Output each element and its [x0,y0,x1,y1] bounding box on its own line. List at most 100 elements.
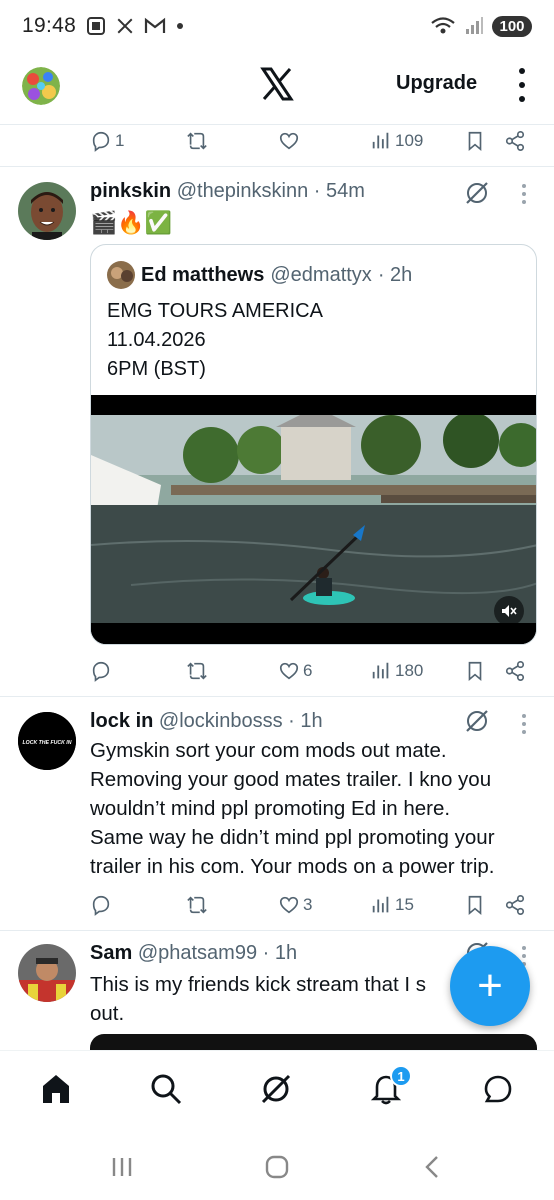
system-nav [0,1132,554,1200]
views-count: 180 [395,661,424,680]
header-divider [0,124,554,125]
author-handle[interactable]: @thepinkskinn [177,180,308,202]
views-count: 109 [395,131,424,150]
wifi-icon [430,16,456,36]
quoted-time: · 2h [377,263,413,286]
like-button[interactable]: 3 [278,890,312,920]
profile-avatar[interactable] [22,67,60,105]
quoted-author-name: Ed matthews [141,263,265,286]
prev-tweet-actions: 1 109 [90,126,530,156]
views-icon [372,896,389,913]
tweet-menu-icon[interactable] [522,714,528,734]
heart-icon [279,132,299,150]
author-handle[interactable]: @lockinbosss [159,710,283,732]
like-button[interactable]: 6 [278,656,312,686]
chat-icon [484,1075,512,1103]
like-count: 3 [303,895,313,914]
avatar-text: LOCK THE FUCK IN [23,740,72,746]
tweet-actions: 6 180 [90,656,530,686]
signal-icon [464,16,484,36]
author-name[interactable]: lock in [90,710,153,732]
nav-home[interactable] [38,1071,74,1107]
tweet-text: 🎬🔥✅ [90,210,173,235]
retweet-button[interactable] [186,656,211,686]
retweet-button[interactable] [186,890,211,920]
share-button[interactable] [504,126,526,156]
home-icon [43,1075,69,1103]
reply-button[interactable] [90,890,115,920]
quoted-avatar [107,261,135,289]
bookmark-button[interactable] [464,890,486,920]
retweet-button[interactable] [186,126,211,156]
x-logo-icon[interactable] [259,66,295,102]
heart-icon [279,896,299,914]
reply-button[interactable]: 1 [90,126,124,156]
tweet-time: · 1h [288,710,323,732]
share-icon [505,131,525,151]
status-bar: 19:48 100 [0,0,554,52]
reply-button[interactable] [90,656,115,686]
quoted-tweet[interactable]: Ed matthews @edmattyx · 2h EMG TOURS AME… [90,244,537,645]
share-button[interactable] [504,890,526,920]
author-name[interactable]: Sam [90,942,132,964]
views-button[interactable]: 15 [370,890,414,920]
media-preview[interactable] [90,1034,537,1050]
nav-messages[interactable] [480,1071,516,1107]
bookmark-button[interactable] [464,126,486,156]
nav-search[interactable] [148,1071,184,1107]
views-icon [372,662,389,679]
bookmark-icon [468,661,482,682]
avatar[interactable]: LOCK THE FUCK IN [18,712,76,770]
share-icon [505,661,525,681]
recent-apps-icon[interactable] [107,1152,137,1182]
quoted-text: EMG TOURS AMERICA 11.04.2026 6PM (BST) [107,300,323,380]
share-button[interactable] [504,656,526,686]
video-thumbnail [91,395,536,644]
more-options-icon[interactable] [510,68,534,102]
views-button[interactable]: 109 [370,126,423,156]
bookmark-button[interactable] [464,656,486,686]
retweet-icon [187,896,207,914]
reply-icon [92,131,110,152]
heart-icon [279,662,299,680]
grok-icon [261,1074,291,1104]
share-icon [505,895,525,915]
notification-badge: 1 [390,1065,412,1087]
bookmark-icon [468,131,482,152]
app-header: Upgrade [0,52,554,120]
dot-icon [176,22,184,30]
nav-grok[interactable] [258,1071,294,1107]
nav-notifications[interactable]: 1 [368,1065,412,1107]
quoted-author-handle: @edmattyx [270,263,372,286]
grok-icon[interactable] [464,180,490,206]
views-button[interactable]: 180 [370,656,423,686]
bookmark-icon [468,895,482,916]
mute-icon[interactable] [494,596,524,626]
reply-count: 1 [115,131,125,150]
back-icon[interactable] [418,1152,448,1182]
avatar[interactable] [18,182,76,240]
views-icon [372,132,389,149]
upgrade-button[interactable]: Upgrade [396,72,477,95]
author-name[interactable]: pinkskin [90,180,171,202]
tweet-time: · 1h [262,942,298,964]
like-button[interactable] [278,126,303,156]
retweet-icon [187,662,207,680]
home-system-icon[interactable] [262,1152,292,1182]
reply-icon [92,661,110,682]
grok-icon[interactable] [464,708,490,734]
battery-indicator: 100 [492,15,532,37]
status-time: 19:48 [22,14,77,37]
compose-button[interactable]: + [450,946,530,1026]
bottom-nav: 1 [0,1050,554,1132]
author-handle[interactable]: @phatsam99 [138,942,257,964]
avatar[interactable] [18,944,76,1002]
tweet-pinkskin[interactable]: pinkskin @thepinkskinn · 54m 🎬🔥✅ Ed matt… [0,166,554,696]
video-player[interactable] [91,395,536,644]
x-app-icon [116,17,134,35]
tweet-menu-icon[interactable] [522,184,528,204]
tweet-lockin[interactable]: LOCK THE FUCK IN lock in @lockinbosss · … [0,696,554,930]
plus-icon: + [477,961,503,1010]
search-icon [151,1074,182,1105]
tweet-text: Gymskin sort your com mods out mate. Rem… [90,739,495,878]
